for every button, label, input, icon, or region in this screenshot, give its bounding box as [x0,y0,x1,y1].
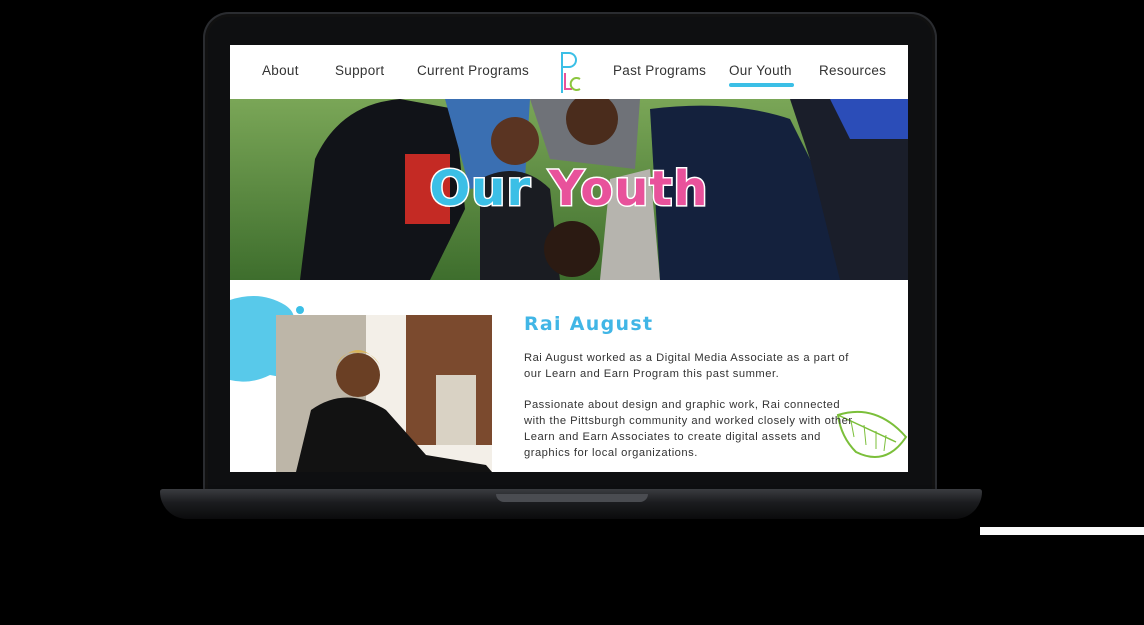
hero-title: Our Youth [230,160,908,219]
website-screen: About Support Current Programs Past Prog… [230,45,908,472]
plc-logo[interactable] [556,49,582,95]
active-nav-indicator [729,83,794,87]
nav-our-youth[interactable]: Our Youth [729,63,792,78]
profile-photo [276,315,492,472]
nav-about[interactable]: About [262,63,299,78]
nav-support[interactable]: Support [335,63,384,78]
top-navigation: About Support Current Programs Past Prog… [230,45,908,99]
hero-title-our: Our [428,160,532,219]
laptop-hinge-notch [496,494,648,502]
laptop-reflection [980,527,1144,535]
youth-name-heading: Rai August [524,313,654,335]
hero-title-youth: Youth [547,160,709,219]
nav-resources[interactable]: Resources [819,63,886,78]
profile-paragraph-2: Passionate about design and graphic work… [524,399,853,459]
nav-past-programs[interactable]: Past Programs [613,63,706,78]
profile-paragraph-1: Rai August worked as a Digital Media Ass… [524,352,849,380]
nav-current-programs[interactable]: Current Programs [417,63,529,78]
hero-banner: Our Youth [230,99,908,280]
